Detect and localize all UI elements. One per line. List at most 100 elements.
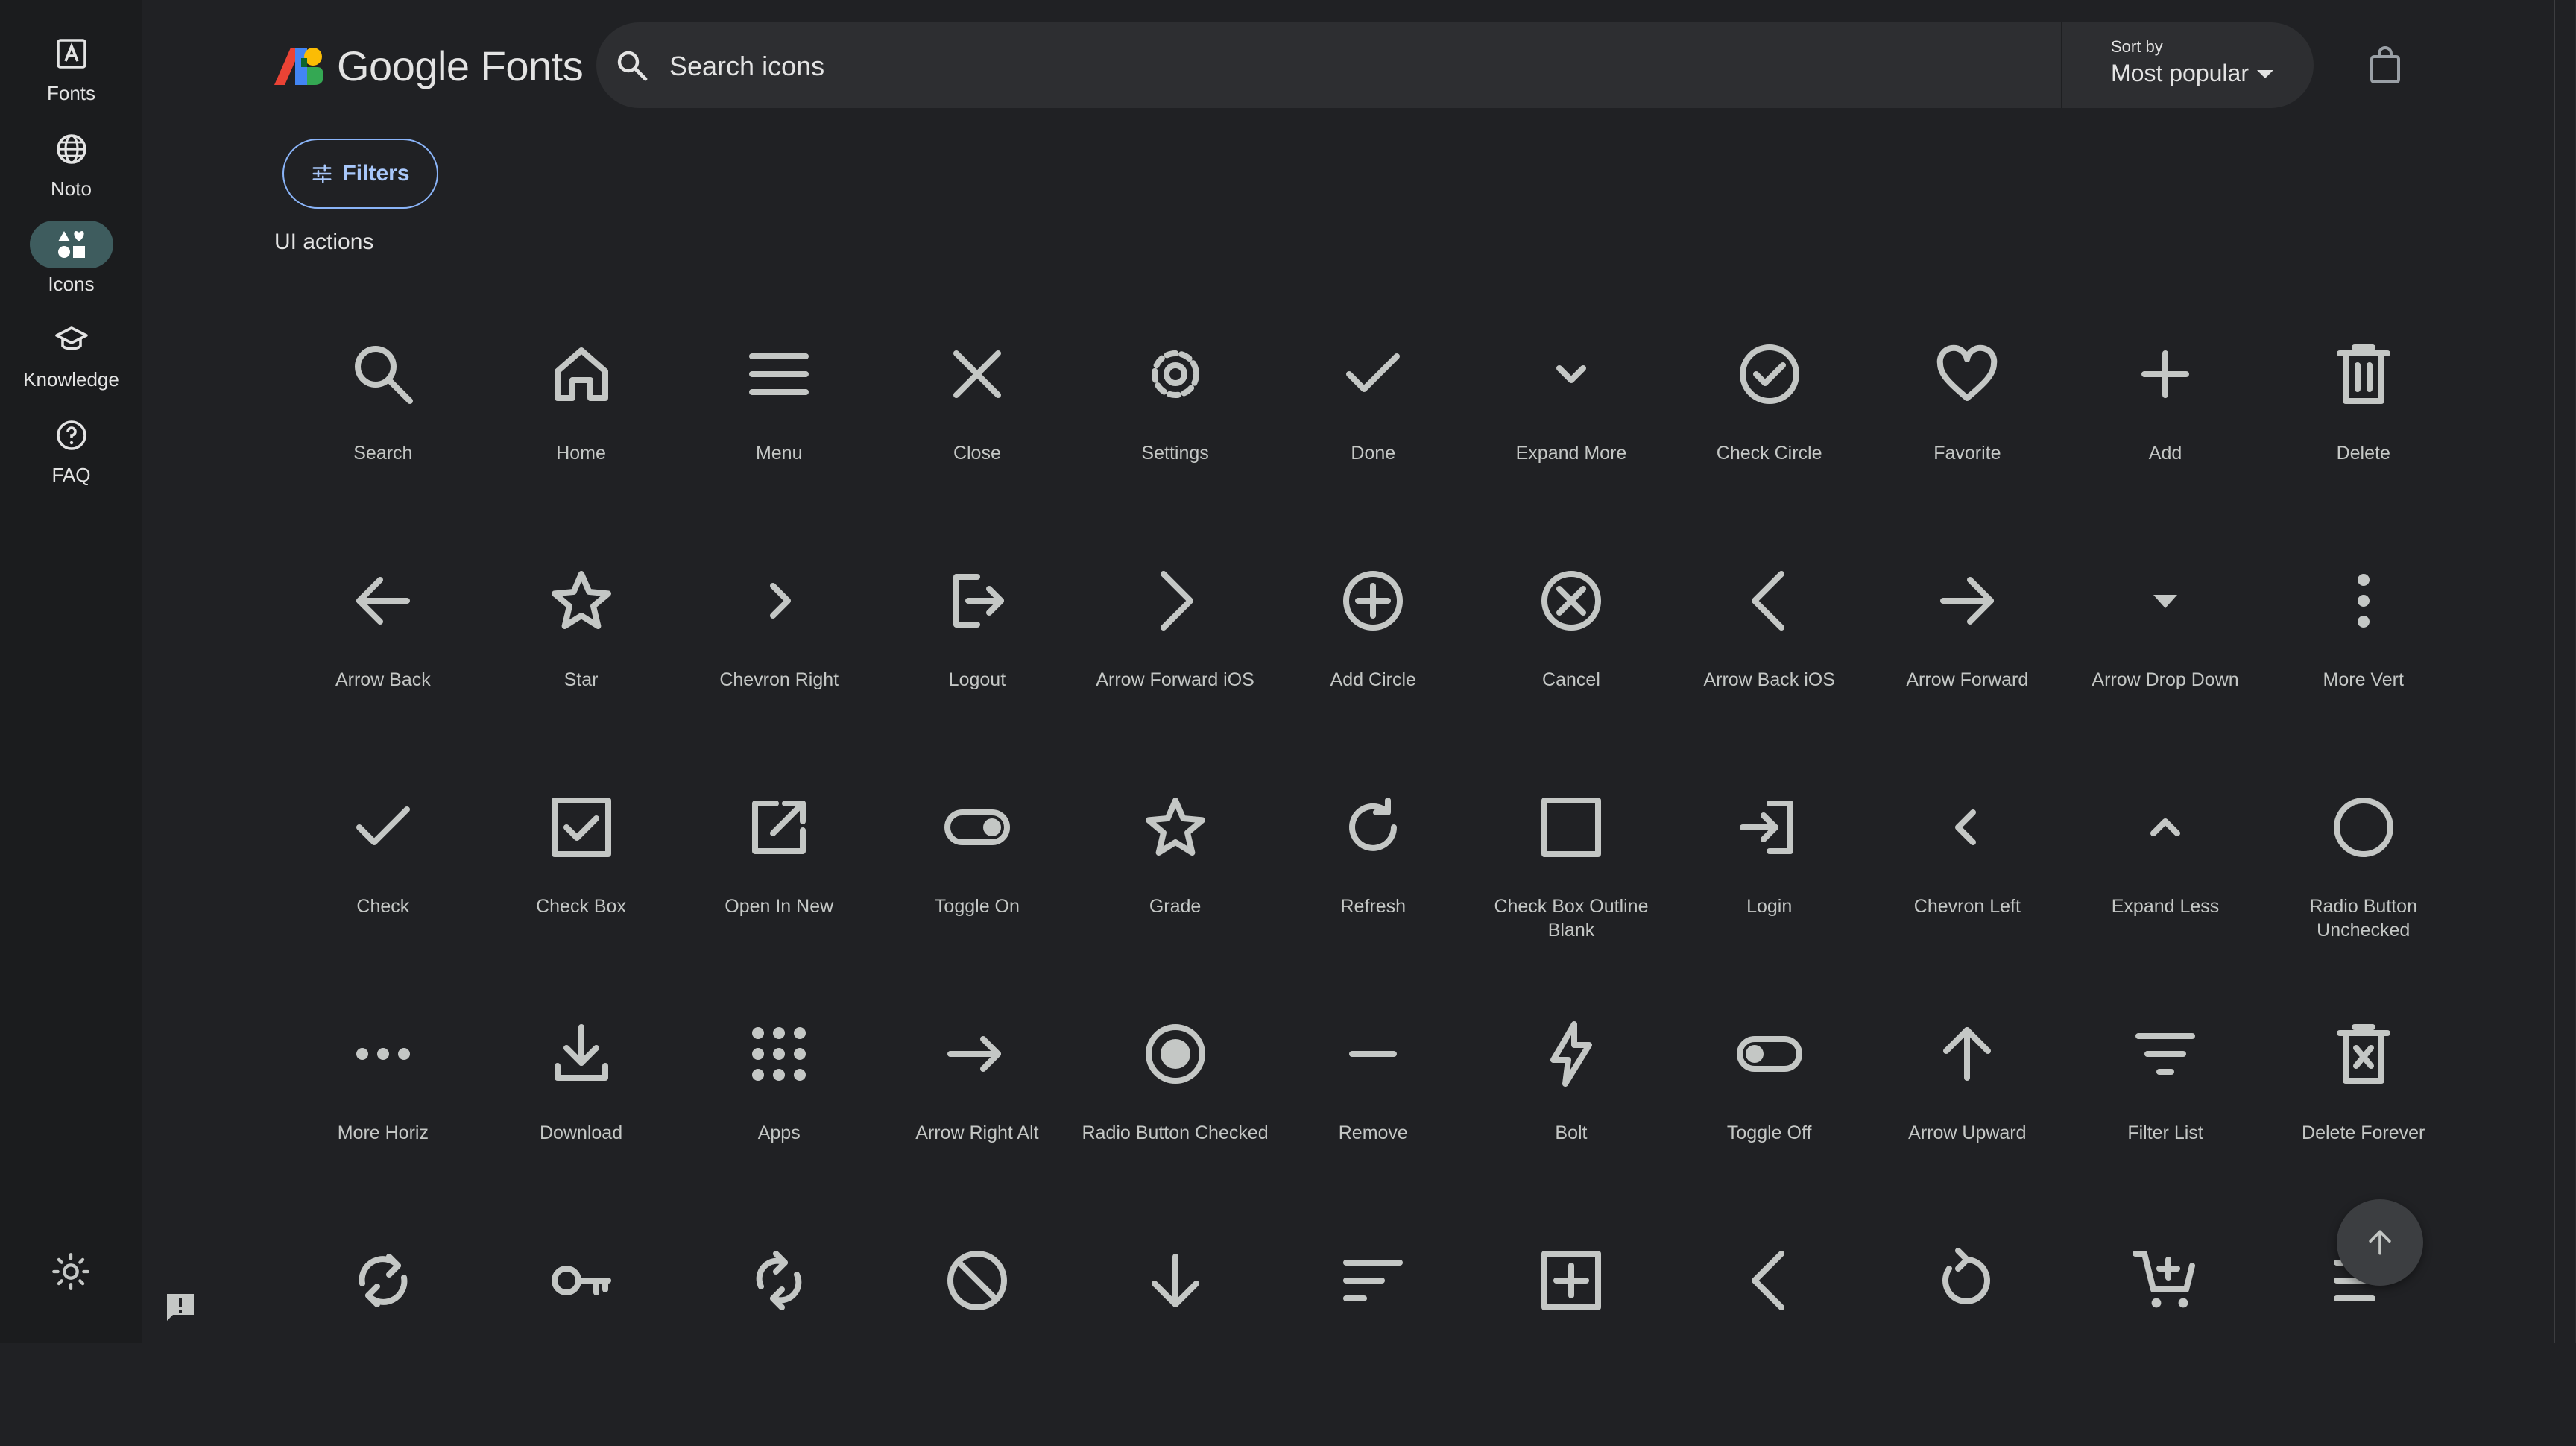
icon-card[interactable] — [284, 1219, 482, 1446]
sort-icon — [1343, 1260, 1404, 1301]
filters-button[interactable]: Filters — [282, 139, 438, 209]
icon-card[interactable]: Arrow Forward iOS — [1076, 540, 1275, 766]
icon-card[interactable] — [1472, 1219, 1670, 1446]
menu-icon — [749, 353, 809, 395]
add-circle-icon — [1343, 571, 1404, 631]
icon-card-label: Add Circle — [1330, 669, 1416, 690]
icon-card-label: Radio Button Checked — [1082, 1123, 1269, 1143]
icon-card-label: More Vert — [2323, 669, 2404, 690]
shopping-bag-icon[interactable] — [2367, 46, 2403, 85]
fonts-icon — [56, 39, 86, 69]
toggle-off-icon — [1736, 1036, 1802, 1072]
rail-item-knowledge[interactable]: Knowledge — [0, 316, 142, 391]
icon-card[interactable] — [482, 1219, 681, 1446]
favorite-icon — [1937, 344, 1998, 401]
icon-card[interactable] — [680, 1219, 878, 1446]
scroll-to-top-button[interactable] — [2337, 1199, 2423, 1286]
icon-card[interactable]: Check Box Outline Blank — [1472, 766, 1670, 993]
icon-card[interactable]: Radio Button Checked — [1076, 993, 1275, 1219]
icon-card[interactable]: Cancel — [1472, 540, 1670, 766]
rail-item-fonts[interactable]: Fonts — [0, 30, 142, 105]
icon-card-label: Remove — [1338, 1123, 1408, 1143]
icon-card[interactable]: Add Circle — [1274, 540, 1472, 766]
icon-card[interactable]: More Vert — [2264, 540, 2463, 766]
chevron-down-icon — [2257, 70, 2273, 78]
icon-card[interactable]: Radio Button Unchecked — [2264, 766, 2463, 993]
search-input[interactable] — [668, 43, 1893, 89]
search-icon[interactable] — [614, 48, 650, 83]
shapes-icon — [57, 231, 85, 258]
icon-card-label: Toggle On — [934, 896, 1020, 917]
icon-card-label: Check Circle — [1716, 443, 1822, 464]
icon-card[interactable]: Bolt — [1472, 993, 1670, 1219]
icon-card[interactable]: More Horiz — [284, 993, 482, 1219]
rail-item-noto[interactable]: Noto — [0, 125, 142, 201]
key-icon — [551, 1266, 611, 1295]
expand-less-icon — [2150, 818, 2181, 836]
block-icon — [947, 1251, 1007, 1310]
icon-card[interactable]: Open In New — [680, 766, 878, 993]
icon-card[interactable]: Logout — [878, 540, 1076, 766]
icon-card[interactable]: Home — [482, 313, 681, 540]
done-icon — [1346, 353, 1401, 392]
sync-alt-icon — [756, 1251, 802, 1310]
icon-card-label: Menu — [755, 443, 803, 464]
icon-card[interactable]: Grade — [1076, 766, 1275, 993]
icon-card[interactable]: Search — [284, 313, 482, 540]
icon-card[interactable] — [2066, 1219, 2264, 1446]
icon-card[interactable]: Favorite — [1869, 313, 2067, 540]
icon-card[interactable]: Star — [482, 540, 681, 766]
icon-card[interactable] — [1670, 1219, 1869, 1446]
icon-card[interactable]: Download — [482, 993, 681, 1219]
icon-card[interactable]: Arrow Right Alt — [878, 993, 1076, 1219]
icon-card[interactable] — [1274, 1219, 1472, 1446]
icon-card[interactable]: Filter List — [2066, 993, 2264, 1219]
icon-card[interactable] — [1869, 1219, 2067, 1446]
icon-card-label: Chevron Right — [719, 669, 839, 690]
icon-card-label: Done — [1351, 443, 1396, 464]
icon-card[interactable]: Expand More — [1472, 313, 1670, 540]
icon-card[interactable]: Remove — [1274, 993, 1472, 1219]
icon-card[interactable]: Settings — [1076, 313, 1275, 540]
icon-card[interactable]: Chevron Left — [1869, 766, 2067, 993]
icon-card[interactable]: Arrow Drop Down — [2066, 540, 2264, 766]
download-icon — [554, 1024, 608, 1081]
icon-card[interactable]: Arrow Back — [284, 540, 482, 766]
feedback-icon[interactable] — [162, 1289, 198, 1325]
icon-card[interactable]: Check Circle — [1670, 313, 1869, 540]
icon-card[interactable]: Expand Less — [2066, 766, 2264, 993]
toggle-on-icon — [944, 809, 1010, 845]
google-fonts-logo[interactable]: Google Fonts — [274, 42, 584, 90]
icon-card[interactable]: Delete — [2264, 313, 2463, 540]
icon-card[interactable]: Close — [878, 313, 1076, 540]
icon-card[interactable]: Toggle Off — [1670, 993, 1869, 1219]
icon-card[interactable]: Arrow Forward — [1869, 540, 2067, 766]
icon-card[interactable]: Arrow Upward — [1869, 993, 2067, 1219]
scrollbar-thumb[interactable] — [2554, 0, 2575, 1343]
icon-card[interactable]: Check — [284, 766, 482, 993]
rail-item-icons[interactable]: Icons — [0, 221, 142, 296]
icon-card[interactable]: Menu — [680, 313, 878, 540]
arrow-back-ios-new-icon — [1751, 1251, 1784, 1310]
icon-card[interactable]: Delete Forever — [2264, 993, 2463, 1219]
icon-card[interactable]: Apps — [680, 993, 878, 1219]
icon-card[interactable]: Chevron Right — [680, 540, 878, 766]
rail-item-faq[interactable]: FAQ — [0, 411, 142, 487]
icon-card-label: Check — [356, 896, 410, 917]
icon-card[interactable]: Done — [1274, 313, 1472, 540]
icon-card-label: Home — [556, 443, 606, 464]
theme-toggle-icon[interactable] — [51, 1252, 90, 1291]
icon-card[interactable]: Login — [1670, 766, 1869, 993]
icon-card[interactable]: Toggle On — [878, 766, 1076, 993]
rail-item-icon-wrap — [30, 30, 113, 78]
sort-dropdown[interactable]: Sort by Most popular — [2087, 34, 2281, 97]
search-icon — [354, 346, 413, 404]
scrollbar[interactable] — [2554, 0, 2576, 1343]
icon-card[interactable] — [878, 1219, 1076, 1446]
icon-card[interactable]: Add — [2066, 313, 2264, 540]
icon-card[interactable] — [1076, 1219, 1275, 1446]
icon-card[interactable]: Refresh — [1274, 766, 1472, 993]
icon-card[interactable]: Check Box — [482, 766, 681, 993]
chevron-right-icon — [770, 583, 792, 619]
icon-card[interactable]: Arrow Back iOS — [1670, 540, 1869, 766]
